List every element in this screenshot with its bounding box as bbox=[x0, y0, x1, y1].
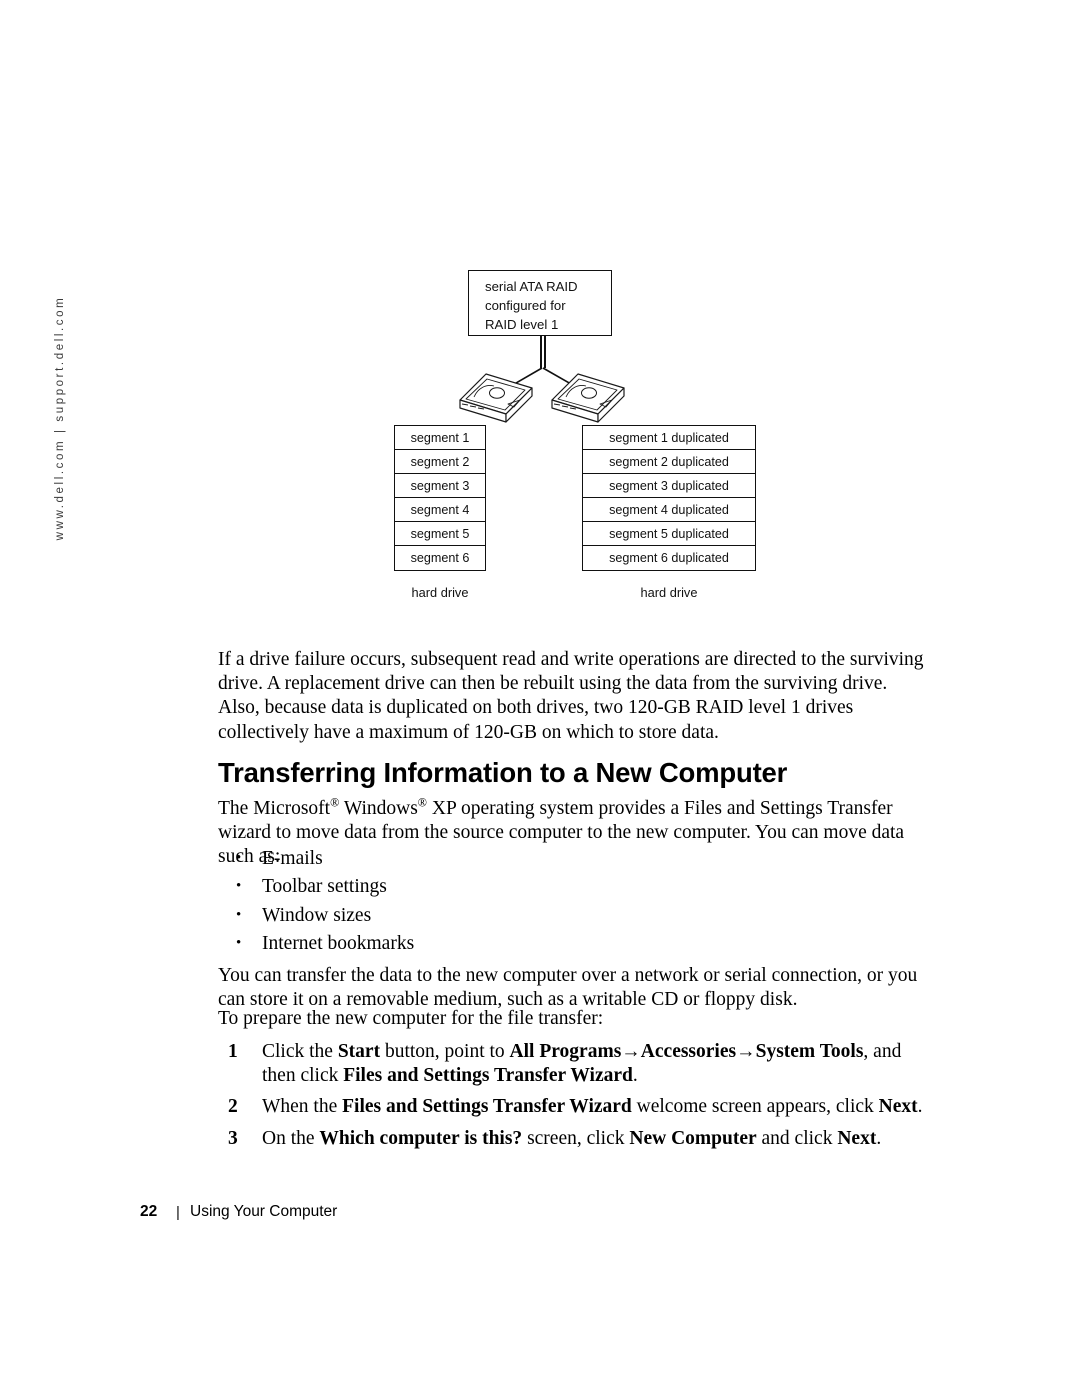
vertical-url-rail: www.dell.com | support.dell.com bbox=[0, 258, 120, 578]
raid-level-1-diagram: serial ATA RAID configured for RAID leve… bbox=[380, 262, 780, 612]
segment-row: segment 4 duplicated bbox=[583, 498, 755, 522]
segment-row: segment 6 bbox=[410, 551, 470, 565]
step3-text-3: and click bbox=[756, 1127, 838, 1149]
step1-bold-system-tools: System Tools bbox=[755, 1041, 864, 1062]
segment-row: segment 5 duplicated bbox=[583, 522, 755, 546]
prepare-paragraph: To prepare the new computer for the file… bbox=[218, 1008, 604, 1029]
step-item-1: 1 Click the Start button, point to All Pr… bbox=[218, 1040, 930, 1088]
transferable-items-list: E-mails Toolbar settings Window sizes In… bbox=[218, 844, 930, 959]
left-drive-caption: hard drive bbox=[411, 585, 469, 600]
hard-drive-icon bbox=[551, 373, 625, 423]
page-number: 22 bbox=[140, 1203, 158, 1220]
list-item: E-mails bbox=[218, 844, 930, 873]
page-footer: 22 | Using Your Computer bbox=[140, 1200, 840, 1224]
step3-text-2: screen, click bbox=[522, 1127, 630, 1149]
segment-row: segment 1 bbox=[395, 426, 485, 450]
segment-row: segment 2 duplicated bbox=[583, 450, 755, 474]
step1-bold-start: Start bbox=[337, 1041, 381, 1062]
step3-bold-new-computer: New Computer bbox=[629, 1127, 757, 1149]
footer-separator: | bbox=[176, 1203, 180, 1221]
connector-stem-right bbox=[544, 336, 546, 368]
step-number: 1 bbox=[228, 1041, 238, 1062]
page-title: Transferring Information to a New Comput… bbox=[218, 757, 788, 788]
steps-block: 1 Click the Start button, point to All Pr… bbox=[218, 1040, 930, 1158]
transfer-paragraph-block: You can transfer the data to the new com… bbox=[218, 964, 930, 1012]
step1-bold-accessories: Accessories bbox=[640, 1041, 737, 1062]
step2-text-1: When the bbox=[262, 1096, 343, 1118]
step-item-2: 2 When the Files and Settings Transfer Wi… bbox=[218, 1095, 930, 1119]
step3-text-4: . bbox=[876, 1127, 882, 1149]
step2-bold-wizard: Files and Settings Transfer Wizard bbox=[342, 1096, 632, 1118]
registered-mark-icon: ® bbox=[330, 795, 340, 810]
step1-bold-wizard: Files and Settings Transfer Wizard bbox=[343, 1065, 633, 1087]
url-rail-text: www.dell.com | support.dell.com bbox=[54, 295, 66, 541]
step1-text-2: button, point to bbox=[380, 1041, 510, 1062]
step-item-3: 3 On the Which computer is this? screen, … bbox=[218, 1127, 930, 1151]
list-item: Window sizes bbox=[218, 901, 930, 930]
step1-text-1: Click the bbox=[262, 1041, 338, 1062]
segment-row: segment 4 bbox=[395, 498, 485, 522]
arrow-right-icon: → bbox=[621, 1041, 641, 1062]
transfer-paragraph: You can transfer the data to the new com… bbox=[218, 965, 918, 1011]
intro-paragraph: If a drive failure occurs, subsequent re… bbox=[218, 649, 924, 743]
segment-row: segment 1 duplicated bbox=[583, 426, 755, 450]
raid-config-line-3: RAID level 1 bbox=[485, 317, 559, 332]
step2-bold-next: Next bbox=[878, 1096, 918, 1118]
left-drive-segment-table: segment 1 segment 2 segment 3 segment 4 … bbox=[394, 425, 486, 571]
step3-bold-which-computer: Which computer is this? bbox=[319, 1127, 523, 1149]
ms-text-1: The Microsoft bbox=[218, 798, 331, 819]
right-drive-segment-table: segment 1 duplicated segment 2 duplicate… bbox=[582, 425, 756, 571]
section-title-block: Transferring Information to a New Comput… bbox=[218, 757, 930, 789]
ms-text-2: Windows bbox=[339, 798, 418, 819]
segment-row: segment 3 bbox=[395, 474, 485, 498]
hard-drive-icon bbox=[459, 373, 533, 423]
segment-row: segment 5 bbox=[395, 522, 485, 546]
raid-config-line-2: configured for bbox=[485, 298, 566, 313]
transferable-items-list-block: E-mails Toolbar settings Window sizes In… bbox=[218, 844, 930, 959]
intro-paragraph-block: If a drive failure occurs, subsequent re… bbox=[218, 648, 930, 745]
segment-row: segment 6 duplicated bbox=[609, 551, 729, 565]
raid-config-line-1: serial ATA RAID bbox=[485, 279, 578, 294]
raid-config-box: serial ATA RAID configured for RAID leve… bbox=[468, 270, 612, 336]
step2-text-2: welcome screen appears, click bbox=[631, 1096, 879, 1118]
list-item: Internet bookmarks bbox=[218, 929, 930, 958]
step3-bold-next: Next bbox=[837, 1127, 877, 1149]
list-item: Toolbar settings bbox=[218, 872, 930, 901]
procedure-steps: 1 Click the Start button, point to All Pr… bbox=[218, 1040, 930, 1151]
step-number: 3 bbox=[228, 1127, 238, 1149]
arrow-right-icon: → bbox=[736, 1041, 756, 1062]
right-drive-caption: hard drive bbox=[640, 585, 698, 600]
step1-text-4: . bbox=[632, 1065, 638, 1087]
prepare-paragraph-block: To prepare the new computer for the file… bbox=[218, 1007, 930, 1031]
step-number: 2 bbox=[228, 1096, 238, 1118]
connector-stem-left bbox=[540, 336, 542, 368]
step1-bold-all-programs: All Programs bbox=[509, 1041, 622, 1062]
segment-row: segment 3 duplicated bbox=[583, 474, 755, 498]
segment-row: segment 2 bbox=[395, 450, 485, 474]
registered-mark-icon: ® bbox=[417, 795, 427, 810]
step2-text-3: . bbox=[917, 1096, 923, 1118]
step3-text-1: On the bbox=[262, 1127, 320, 1149]
chapter-name: Using Your Computer bbox=[190, 1203, 338, 1220]
